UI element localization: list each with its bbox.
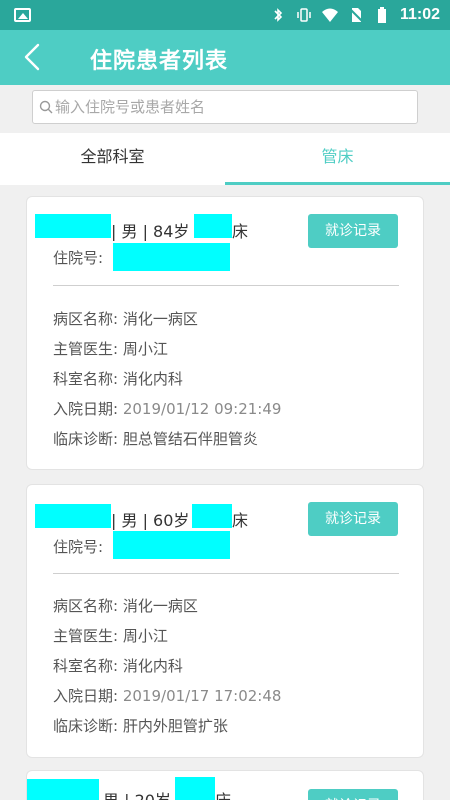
tab-managed-beds[interactable]: 管床 [225, 133, 450, 185]
wifi-icon [321, 8, 338, 22]
bed-suffix: 床 [232, 511, 249, 530]
visit-record-button[interactable]: 就诊记录 [308, 214, 398, 248]
redacted-bed-number [194, 214, 232, 238]
ward-value: 消化一病区 [122, 310, 198, 328]
status-bar: 11:02 [0, 0, 450, 30]
admission-no-label: 住院号: [53, 538, 104, 556]
doctor-label: 主管医生: [53, 627, 119, 645]
doctor-value: 周小江 [122, 627, 168, 645]
ward-value: 消化一病区 [122, 597, 198, 615]
tab-bar: 全部科室 管床 [0, 133, 450, 185]
diagnosis-value: 肝内外胆管扩张 [122, 717, 228, 735]
admit-date-row: 入院日期: 2019/01/17 17:02:48 [53, 685, 281, 705]
diagnosis-row: 临床诊断: 胆总管结石伴胆管炎 [53, 428, 258, 448]
visit-record-button[interactable]: 就诊记录 [308, 789, 398, 800]
admit-date-label: 入院日期: [53, 687, 119, 705]
diagnosis-label: 临床诊断: [53, 717, 119, 735]
diagnosis-label: 临床诊断: [53, 430, 119, 448]
patient-summary: | 男 | 84岁 [111, 222, 190, 241]
patient-summary: | 男 | 60岁 [111, 511, 190, 530]
page-title: 住院患者列表 [90, 49, 229, 74]
department-row: 科室名称: 消化内科 [53, 368, 183, 388]
divider [53, 573, 399, 574]
app-bar: 住院患者列表 [0, 30, 450, 85]
bluetooth-icon [274, 8, 283, 22]
visit-record-button[interactable]: 就诊记录 [308, 502, 398, 536]
ward-label: 病区名称: [53, 597, 119, 615]
ward-row: 病区名称: 消化一病区 [53, 308, 198, 328]
clock: 11:02 [399, 6, 440, 23]
patient-summary: 男 | 20岁 [103, 787, 171, 800]
vibrate-icon [297, 8, 311, 22]
redacted-admission-no [113, 531, 230, 559]
redacted-name [35, 504, 111, 528]
redacted-name [27, 779, 99, 800]
tab-all-departments[interactable]: 全部科室 [0, 133, 225, 185]
patient-card[interactable]: 男 | 20岁 床 就诊记录 [26, 770, 424, 800]
admit-date-row: 入院日期: 2019/01/12 09:21:49 [53, 398, 281, 418]
admit-date-value: 2019/01/17 17:02:48 [122, 687, 282, 705]
search-icon [39, 100, 53, 114]
redacted-admission-no [113, 243, 230, 271]
redacted-bed-number [175, 777, 215, 800]
department-value: 消化内科 [122, 657, 183, 675]
no-sim-icon [349, 8, 363, 22]
back-arrow-icon[interactable] [18, 42, 48, 72]
bed-suffix: 床 [232, 222, 249, 241]
battery-icon [377, 7, 386, 23]
doctor-row: 主管医生: 周小江 [53, 625, 168, 645]
admission-no-label: 住院号: [53, 249, 104, 267]
department-row: 科室名称: 消化内科 [53, 655, 183, 675]
department-label: 科室名称: [53, 657, 119, 675]
doctor-row: 主管医生: 周小江 [53, 338, 168, 358]
divider [53, 285, 399, 286]
search-box[interactable] [32, 90, 418, 124]
department-label: 科室名称: [53, 370, 119, 388]
ward-label: 病区名称: [53, 310, 119, 328]
doctor-value: 周小江 [122, 340, 168, 358]
patient-card[interactable]: | 男 | 60岁 床 就诊记录 住院号: 病区名称: 消化一病区 主管医生: … [26, 484, 424, 758]
diagnosis-value: 胆总管结石伴胆管炎 [122, 430, 258, 448]
bed-suffix: 床 [215, 787, 231, 800]
patient-card[interactable]: | 男 | 84岁 床 就诊记录 住院号: 病区名称: 消化一病区 主管医生: … [26, 196, 424, 470]
admit-date-label: 入院日期: [53, 400, 119, 418]
admit-date-value: 2019/01/12 09:21:49 [122, 400, 282, 418]
doctor-label: 主管医生: [53, 340, 119, 358]
ward-row: 病区名称: 消化一病区 [53, 595, 198, 615]
image-notification-icon [14, 8, 31, 22]
search-area [0, 85, 450, 133]
search-input[interactable] [55, 94, 410, 120]
redacted-bed-number [192, 504, 232, 528]
diagnosis-row: 临床诊断: 肝内外胆管扩张 [53, 715, 228, 735]
department-value: 消化内科 [122, 370, 183, 388]
redacted-name [35, 214, 111, 238]
